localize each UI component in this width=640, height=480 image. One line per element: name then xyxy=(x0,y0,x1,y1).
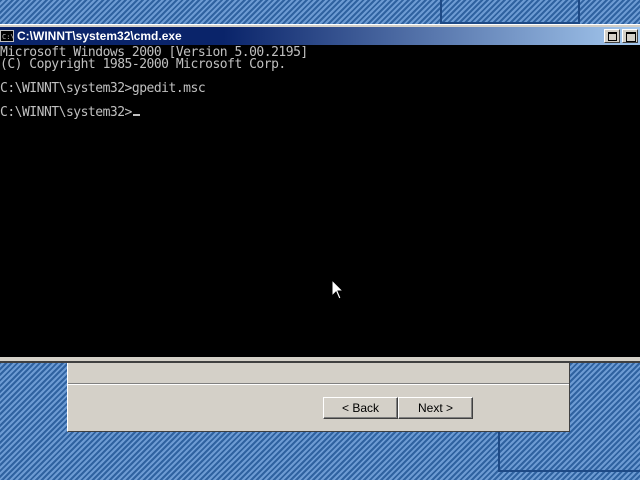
desktop-window-outline xyxy=(440,0,580,24)
cmd-window[interactable]: C:\ C:\WINNT\system32\cmd.exe Microsoft … xyxy=(0,24,640,363)
cmd-icon[interactable]: C:\ xyxy=(0,30,14,42)
console-line: C:\WINNT\system32>gpedit.msc xyxy=(0,81,206,96)
title-buttons xyxy=(604,29,638,43)
wizard-separator xyxy=(68,383,569,385)
mouse-pointer-icon xyxy=(331,279,345,300)
console-screen[interactable]: Microsoft Windows 2000 [Version 5.00.219… xyxy=(0,45,640,357)
back-button[interactable]: < Back xyxy=(323,397,398,419)
prompt-line[interactable]: C:\WINNT\system32> xyxy=(0,105,140,120)
restore-icon[interactable] xyxy=(604,29,620,43)
next-button[interactable]: Next > xyxy=(398,397,473,419)
text-cursor xyxy=(132,114,140,116)
title-bar[interactable]: C:\ C:\WINNT\system32\cmd.exe xyxy=(0,27,640,45)
console-line: (C) Copyright 1985-2000 Microsoft Corp. xyxy=(0,57,286,72)
prompt-text: C:\WINNT\system32> xyxy=(0,105,132,120)
maximize-icon[interactable] xyxy=(622,29,638,43)
window-title: C:\WINNT\system32\cmd.exe xyxy=(17,29,182,43)
